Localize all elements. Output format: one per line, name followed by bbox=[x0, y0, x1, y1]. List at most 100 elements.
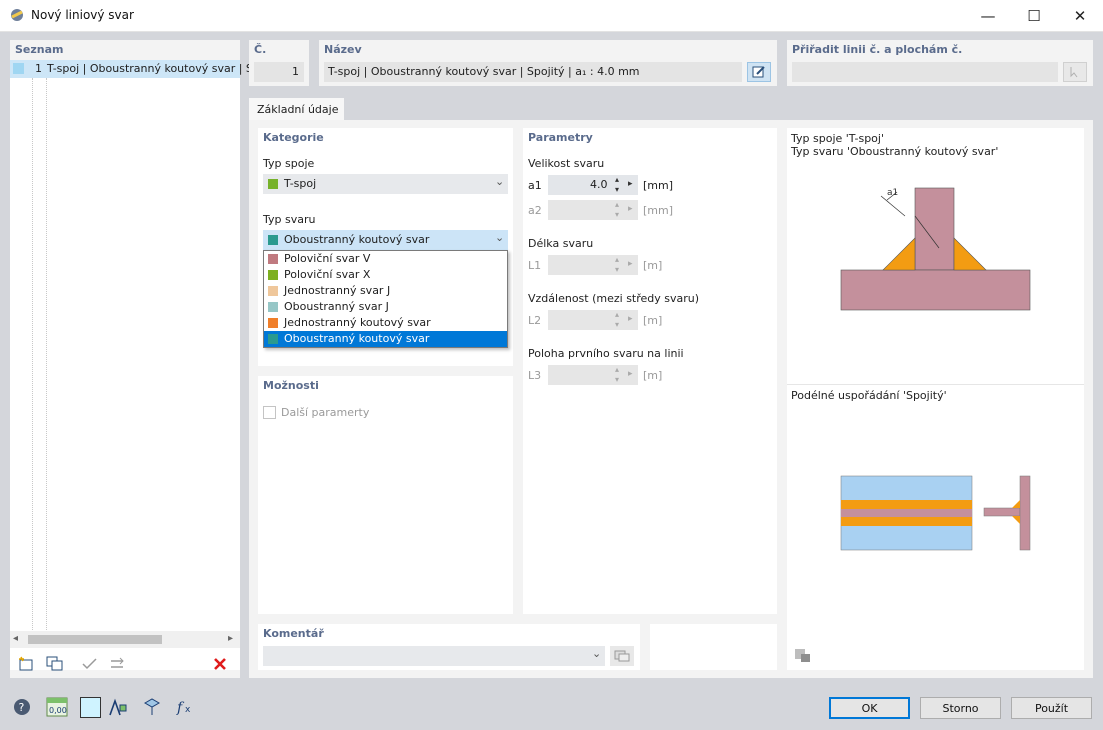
spin-up-down-icon[interactable]: ▴ ▾ bbox=[615, 175, 619, 195]
svg-text:f: f bbox=[176, 700, 185, 716]
renumber-icon bbox=[111, 657, 124, 668]
weld-type-label: Typ svaru bbox=[263, 213, 316, 226]
display-properties-button[interactable] bbox=[105, 696, 129, 718]
renumber-button[interactable] bbox=[106, 653, 130, 675]
L3-symbol: L3 bbox=[528, 369, 542, 382]
color-button[interactable] bbox=[80, 697, 101, 718]
check-button[interactable] bbox=[78, 653, 102, 675]
chevron-down-icon: ⌄ bbox=[495, 231, 505, 244]
copy-icon bbox=[46, 656, 63, 671]
weld-option[interactable]: Jednostranný svar J bbox=[264, 283, 507, 299]
weld-option-selected[interactable]: Oboustranný koutový svar bbox=[264, 331, 507, 347]
title-bar: Nový liniový svar — ☐ ✕ bbox=[0, 0, 1103, 32]
a2-spinbox[interactable]: ▴ ▾ ▸ bbox=[548, 200, 638, 220]
scroll-thumb[interactable] bbox=[28, 635, 162, 644]
comment-combo[interactable]: ⌄ bbox=[263, 646, 605, 666]
chevron-down-icon: ⌄ bbox=[592, 647, 602, 660]
apply-button[interactable]: Použít bbox=[1011, 697, 1092, 719]
assign-panel: Přiřadit linii č. a plochám č. bbox=[787, 40, 1093, 86]
weld-option-label: Poloviční svar X bbox=[284, 268, 371, 281]
a2-unit: [mm] bbox=[643, 204, 674, 217]
help-button[interactable]: ? bbox=[10, 696, 34, 718]
weld-option-color-icon bbox=[268, 334, 278, 344]
delete-button[interactable] bbox=[208, 653, 232, 675]
pick-lines-button[interactable] bbox=[1063, 62, 1087, 82]
minimize-button[interactable]: — bbox=[965, 0, 1011, 32]
cancel-button[interactable]: Storno bbox=[920, 697, 1001, 719]
preview-options-button[interactable] bbox=[791, 644, 815, 666]
formula-button[interactable]: fx bbox=[174, 696, 198, 718]
spin-arrow-icon[interactable]: ▸ bbox=[628, 369, 633, 379]
assign-field[interactable] bbox=[792, 62, 1058, 82]
new-item-button[interactable] bbox=[15, 653, 39, 675]
side-web bbox=[983, 507, 1021, 517]
weld-option-label: Oboustranný koutový svar bbox=[284, 332, 430, 345]
close-button[interactable]: ✕ bbox=[1057, 0, 1103, 32]
scroll-right-icon[interactable]: ▸ bbox=[228, 633, 233, 644]
horizontal-scrollbar[interactable]: ◂ ▸ bbox=[10, 631, 240, 648]
L2-spinbox[interactable]: ▴ ▾ ▸ bbox=[548, 310, 638, 330]
L1-symbol: L1 bbox=[528, 259, 542, 272]
weld-strip-bottom bbox=[841, 517, 972, 526]
number-panel: Č. 1 bbox=[249, 40, 309, 86]
spin-arrow-icon[interactable]: ▸ bbox=[628, 259, 633, 269]
weld-strip-top bbox=[841, 500, 972, 509]
select-cursor-icon bbox=[1070, 67, 1078, 78]
a1-spinbox[interactable]: 4.0 ▴ ▾ ▸ bbox=[548, 175, 638, 195]
scroll-left-icon[interactable]: ◂ bbox=[13, 633, 18, 644]
decimal-places-icon: 0,00 bbox=[46, 697, 68, 717]
L1-spinbox[interactable]: ▴ ▾ ▸ bbox=[548, 255, 638, 275]
weld-option[interactable]: Oboustranný svar J bbox=[264, 299, 507, 315]
spin-up-down-icon[interactable]: ▴ ▾ bbox=[615, 365, 619, 385]
list-item[interactable]: 1 T-spoj | Oboustranný koutový svar | S bbox=[10, 60, 253, 78]
first-weld-position-label: Poloha prvního svaru na linii bbox=[528, 347, 684, 360]
number-label: Č. bbox=[254, 43, 267, 56]
name-field[interactable]: T-spoj | Oboustranný koutový svar | Spoj… bbox=[324, 62, 742, 82]
tab-basic-data-label: Základní údaje bbox=[257, 103, 339, 116]
more-params-label: Další paramerty bbox=[281, 406, 370, 419]
list-header: Seznam bbox=[15, 43, 64, 56]
ok-button[interactable]: OK bbox=[829, 697, 910, 719]
spin-arrow-icon[interactable]: ▸ bbox=[628, 204, 633, 214]
weld-type-color-icon bbox=[268, 235, 278, 245]
L2-symbol: L2 bbox=[528, 314, 542, 327]
comment-header: Komentář bbox=[263, 627, 324, 640]
chevron-down-icon: ⌄ bbox=[495, 175, 505, 188]
app-icon bbox=[11, 9, 23, 21]
joint-type-color-icon bbox=[268, 179, 278, 189]
spin-up-down-icon[interactable]: ▴ ▾ bbox=[615, 255, 619, 275]
more-params-checkbox[interactable] bbox=[263, 406, 276, 419]
flange-plate bbox=[840, 269, 1031, 311]
spin-up-down-icon[interactable]: ▴ ▾ bbox=[615, 310, 619, 330]
weld-option[interactable]: Jednostranný koutový svar bbox=[264, 315, 507, 331]
weld-option[interactable]: Poloviční svar X bbox=[264, 267, 507, 283]
spin-arrow-icon[interactable]: ▸ bbox=[628, 179, 633, 189]
units-button[interactable]: 0,00 bbox=[45, 696, 69, 718]
weld-option-label: Jednostranný koutový svar bbox=[284, 316, 431, 329]
maximize-button[interactable]: ☐ bbox=[1011, 0, 1057, 32]
spin-arrow-icon[interactable]: ▸ bbox=[628, 314, 633, 324]
weld-type-combo[interactable]: Oboustranný koutový svar ⌄ bbox=[263, 230, 508, 250]
L3-spinbox[interactable]: ▴ ▾ ▸ bbox=[548, 365, 638, 385]
list-item-number: 1 bbox=[35, 62, 42, 75]
weld-size-label: Velikost svaru bbox=[528, 157, 605, 170]
formula-icon: fx bbox=[176, 700, 191, 716]
preview-weld-type: Typ svaru 'Oboustranný koutový svar' bbox=[791, 145, 999, 158]
edit-name-button[interactable] bbox=[747, 62, 771, 82]
tab-basic-data[interactable]: Základní údaje bbox=[249, 98, 344, 120]
help-icon: ? bbox=[14, 699, 30, 715]
spin-up-down-icon[interactable]: ▴ ▾ bbox=[615, 200, 619, 220]
joint-type-combo[interactable]: T-spoj ⌄ bbox=[263, 174, 508, 194]
weld-option-label: Poloviční svar V bbox=[284, 252, 371, 265]
comment-library-button[interactable] bbox=[610, 646, 634, 666]
weld-type-value: Oboustranný koutový svar bbox=[284, 233, 430, 246]
view-button[interactable] bbox=[140, 696, 164, 718]
a1-value: 4.0 bbox=[590, 178, 608, 191]
maximize-icon: ☐ bbox=[1027, 7, 1041, 25]
copy-item-button[interactable] bbox=[43, 653, 67, 675]
weld-type-dropdown[interactable]: Poloviční svar V Poloviční svar X Jednos… bbox=[263, 250, 508, 348]
weld-option[interactable]: Poloviční svar V bbox=[264, 251, 507, 267]
number-field[interactable]: 1 bbox=[254, 62, 304, 82]
t-joint-section-diagram: a1 bbox=[840, 187, 1031, 311]
web-strip bbox=[841, 509, 972, 517]
